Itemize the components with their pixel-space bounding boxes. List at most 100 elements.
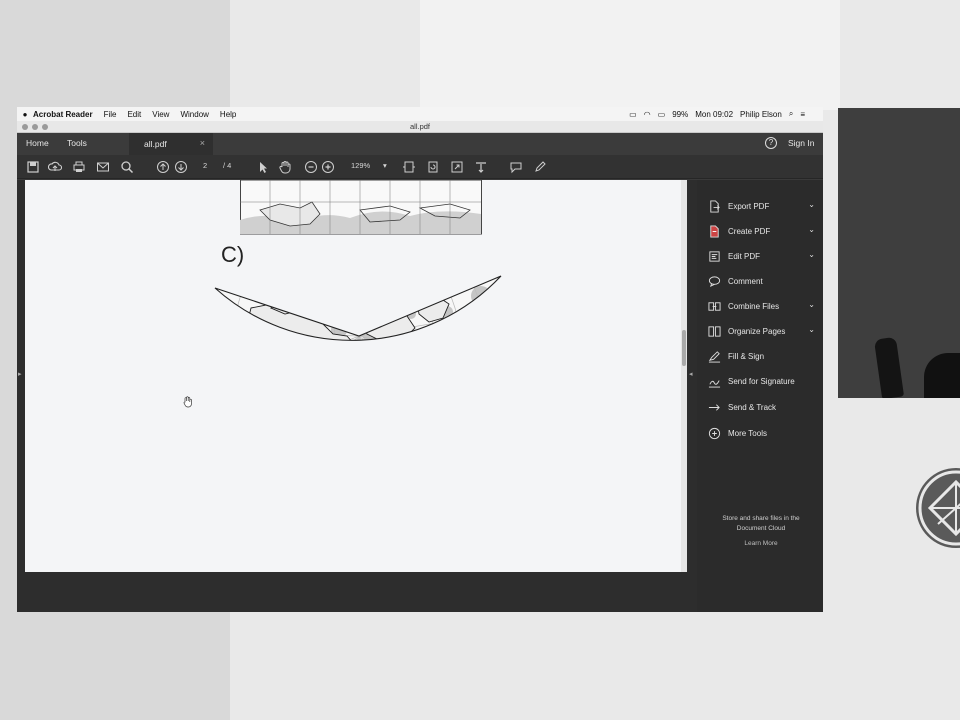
chevron-down-icon[interactable]: ⌄ [808, 225, 815, 234]
scroll-mode-icon[interactable] [474, 160, 488, 174]
user-name[interactable]: Philip Elson [740, 110, 782, 119]
sidebar-item-label: Organize Pages [728, 326, 786, 336]
sidebar-item-label: Export PDF [728, 201, 770, 211]
sidebar-item-fill-sign[interactable]: Fill & Sign [707, 348, 817, 364]
left-panel-toggle-icon[interactable]: ▸ [18, 370, 23, 380]
sidebar-item-label: Create PDF [728, 226, 771, 236]
sidebar-item-label: Comment [728, 276, 763, 286]
tools-sidebar: Export PDF ⌄ Create PDF ⌄ Edit PDF ⌄ Com… [697, 180, 823, 612]
sign-in-link[interactable]: Sign In [788, 138, 814, 148]
sidebar-item-label: Send for Signature [728, 376, 795, 386]
sidebar-item-export-pdf[interactable]: Export PDF ⌄ [707, 198, 817, 214]
more-tools-icon [707, 426, 721, 440]
create-pdf-icon [707, 224, 721, 238]
fill-sign-icon [707, 349, 721, 363]
clock[interactable]: Mon 09:02 [695, 110, 733, 119]
menu-window[interactable]: Window [180, 110, 208, 119]
sidebar-item-combine-files[interactable]: Combine Files ⌄ [707, 298, 817, 314]
hand-tool-icon[interactable] [278, 160, 292, 174]
spotlight-icon[interactable]: ⌕ [789, 109, 793, 119]
search-icon[interactable] [120, 160, 134, 174]
send-signature-icon [707, 374, 721, 388]
sidebar-item-more-tools[interactable]: More Tools [707, 425, 817, 441]
zoom-dropdown-icon[interactable]: ▾ [383, 161, 387, 170]
sidebar-item-send-for-signature[interactable]: Send for Signature [707, 373, 817, 389]
scrollbar-thumb[interactable] [682, 330, 686, 366]
fit-page-icon[interactable] [402, 160, 416, 174]
menu-file[interactable]: File [104, 110, 117, 119]
apple-icon[interactable]: ● [17, 110, 33, 119]
battery-percent: 99% [672, 109, 689, 119]
help-icon[interactable]: ? [765, 137, 777, 149]
desktop-screen: ● Acrobat Reader File Edit View Window H… [17, 107, 823, 612]
edit-pdf-icon [707, 249, 721, 263]
organize-pages-icon [707, 324, 721, 338]
sidebar-item-organize-pages[interactable]: Organize Pages ⌄ [707, 323, 817, 339]
previous-page-icon[interactable] [156, 160, 170, 174]
sidebar-item-label: More Tools [728, 428, 767, 438]
email-icon[interactable] [96, 160, 110, 174]
map-figure-b [240, 180, 482, 235]
wifi-icon[interactable]: ◠ [644, 110, 651, 119]
figure-label: C) [221, 242, 245, 267]
page-number-input[interactable]: 2 [203, 161, 207, 170]
sidebar-item-edit-pdf[interactable]: Edit PDF ⌄ [707, 248, 817, 264]
comment-icon [707, 274, 721, 288]
chevron-down-icon[interactable]: ⌄ [808, 250, 815, 259]
chevron-down-icon[interactable]: ⌄ [808, 300, 815, 309]
combine-files-icon [707, 299, 721, 313]
zoom-level[interactable]: 129% [351, 161, 370, 170]
menu-edit[interactable]: Edit [127, 110, 141, 119]
conference-logo-icon [916, 468, 960, 548]
next-page-icon[interactable] [174, 160, 188, 174]
tab-bar: Home Tools all.pdf × ? Sign In [17, 133, 823, 155]
document-viewport[interactable]: ▸ C) ◂ [17, 180, 697, 612]
sidebar-item-label: Edit PDF [728, 251, 761, 261]
zoom-in-icon[interactable] [321, 160, 335, 174]
right-panel-toggle-icon[interactable]: ◂ [689, 370, 695, 380]
window-title: all.pdf [409, 122, 430, 131]
sidebar-item-send-track[interactable]: Send & Track [707, 399, 817, 415]
print-icon[interactable] [72, 160, 86, 174]
menu-app-name[interactable]: Acrobat Reader [33, 110, 93, 119]
learn-more-link[interactable]: Learn More [711, 540, 811, 547]
menu-view[interactable]: View [152, 110, 169, 119]
tab-home[interactable]: Home [26, 138, 49, 148]
tab-document-label: all.pdf [144, 139, 167, 149]
presenter-video [838, 108, 960, 398]
export-pdf-icon [707, 199, 721, 213]
pen-tool-icon[interactable] [533, 160, 547, 174]
chevron-down-icon[interactable]: ⌄ [808, 325, 815, 334]
window-title-bar: all.pdf [17, 121, 823, 133]
upload-icon[interactable] [48, 160, 62, 174]
sidebar-item-label: Fill & Sign [728, 351, 765, 361]
tab-tools[interactable]: Tools [67, 138, 87, 148]
battery-icon[interactable]: ▭ [658, 110, 666, 119]
hand-cursor-icon [183, 396, 192, 408]
rotate-page-icon[interactable] [426, 160, 440, 174]
vertical-scrollbar[interactable] [681, 180, 687, 572]
sidebar-item-comment[interactable]: Comment [707, 273, 817, 289]
conic-projection-map [214, 275, 502, 341]
presenter-silhouette [924, 353, 960, 398]
notification-center-icon[interactable]: ≡ [800, 110, 805, 119]
pdf-page[interactable]: C) [25, 180, 687, 572]
sidebar-item-label: Combine Files [728, 301, 780, 311]
sidebar-item-label: Send & Track [728, 402, 777, 412]
close-tab-icon[interactable]: × [200, 138, 205, 148]
background-highlight [420, 0, 840, 110]
menu-help[interactable]: Help [220, 110, 236, 119]
sidebar-item-create-pdf[interactable]: Create PDF ⌄ [707, 223, 817, 239]
document-cloud-promo: Store and share files in the Document Cl… [722, 515, 800, 532]
select-cursor-icon[interactable] [256, 160, 270, 174]
menu-bar: ● Acrobat Reader File Edit View Window H… [17, 107, 823, 121]
save-icon[interactable] [26, 160, 40, 174]
airplay-icon[interactable]: ▭ [629, 110, 637, 119]
microphone [873, 336, 905, 398]
chevron-down-icon[interactable]: ⌄ [808, 200, 815, 209]
tab-document[interactable]: all.pdf × [129, 133, 213, 155]
zoom-out-icon[interactable] [304, 160, 318, 174]
send-track-icon [707, 400, 721, 414]
comment-tool-icon[interactable] [509, 160, 523, 174]
full-screen-icon[interactable] [450, 160, 464, 174]
